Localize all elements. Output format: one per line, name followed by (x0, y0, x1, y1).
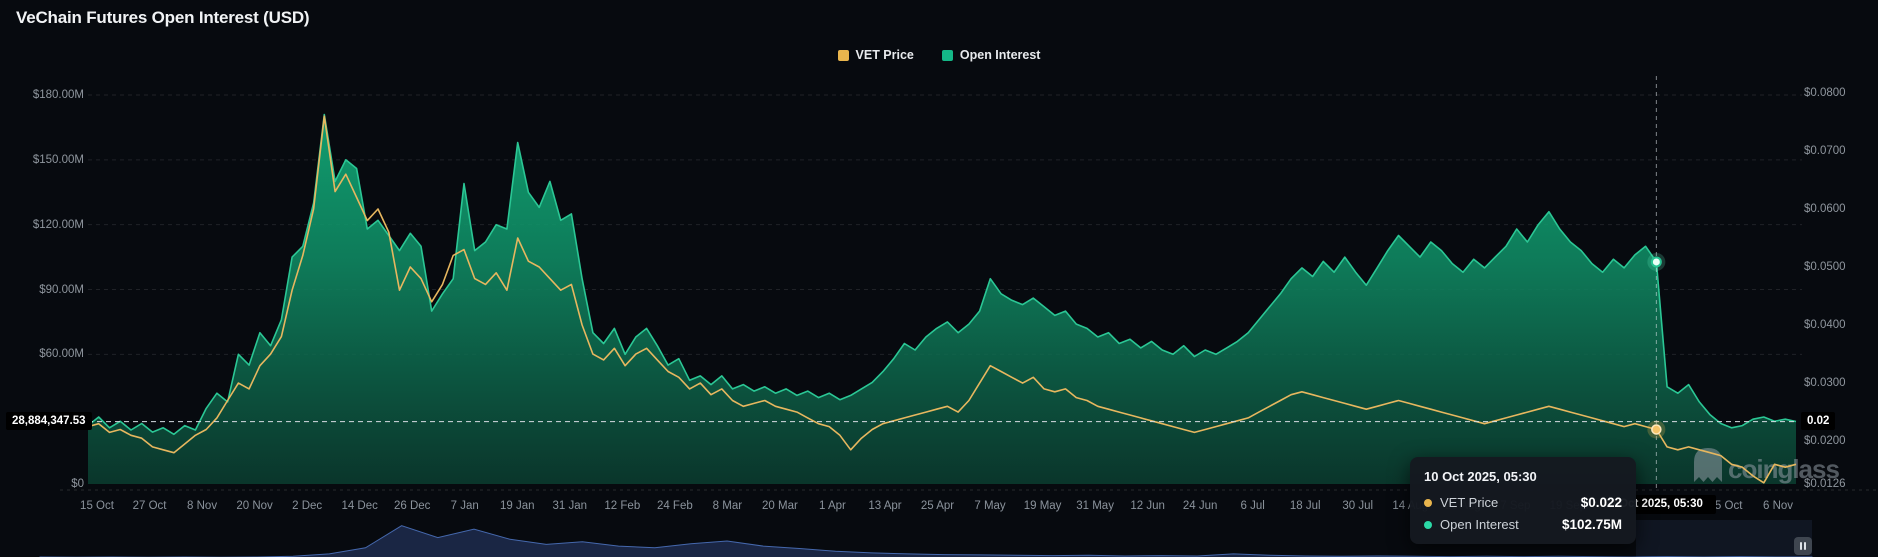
pause-button[interactable] (1794, 537, 1812, 555)
x-axis-label: 7 May (974, 499, 1005, 513)
coinglass-logo-icon (1694, 448, 1722, 482)
y-axis-label-left: $0 (0, 477, 84, 491)
x-axis-label: 26 Dec (394, 499, 430, 513)
y-axis-label-right: $0.0126 (1804, 477, 1846, 491)
x-axis-label: 2 Dec (292, 499, 322, 513)
y-axis-label-left: $90.00M (0, 283, 84, 297)
y-axis-label-right: $0.0200 (1804, 434, 1846, 448)
y-axis-label-right: $0.0800 (1804, 86, 1846, 100)
vet-price-marker (1652, 425, 1661, 434)
x-axis-label: 14 Dec (341, 499, 377, 513)
x-axis-label: 12 Jun (1130, 499, 1165, 513)
y-axis-label-right: $0.0600 (1804, 202, 1846, 216)
x-axis-label: 20 Nov (236, 499, 272, 513)
current-price-badge: 0.02 (1801, 412, 1835, 430)
vet-price-dot-icon (1424, 499, 1432, 507)
legend: VET Price Open Interest (0, 48, 1878, 62)
y-axis-label-left: $120.00M (0, 218, 84, 232)
x-axis-label: 13 Apr (868, 499, 901, 513)
open-interest-swatch-icon (942, 50, 953, 61)
chart-panel: { "title": "VeChain Futures Open Interes… (0, 0, 1878, 557)
y-axis-label-right: $0.0500 (1804, 260, 1846, 274)
page-title: VeChain Futures Open Interest (USD) (16, 8, 309, 28)
y-axis-label-left: $60.00M (0, 347, 84, 361)
x-axis-label: 19 Jan (500, 499, 535, 513)
y-axis-label-right: $0.0300 (1804, 376, 1846, 390)
x-axis-label: 24 Jun (1183, 499, 1218, 513)
x-axis-label: 8 Nov (187, 499, 217, 513)
pause-icon (1800, 542, 1802, 550)
legend-label: Open Interest (960, 48, 1041, 62)
open-interest-area (88, 115, 1796, 485)
x-axis-label: 30 Jul (1342, 499, 1373, 513)
legend-label: VET Price (856, 48, 914, 62)
x-axis-label: 6 Nov (1763, 499, 1793, 513)
current-open-interest-badge: 28,884,347.53 (6, 412, 92, 430)
x-axis-label: 18 Jul (1290, 499, 1321, 513)
x-axis-label: 19 May (1024, 499, 1062, 513)
x-axis-label: 6 Jul (1241, 499, 1265, 513)
tooltip-date: 10 Oct 2025, 05:30 (1424, 469, 1622, 484)
y-axis-label-left: $150.00M (0, 153, 84, 167)
y-axis-label-right: $0.0400 (1804, 318, 1846, 332)
navigator-mask[interactable] (1636, 520, 1812, 557)
x-axis-label: 12 Feb (604, 499, 640, 513)
open-interest-marker (1652, 257, 1661, 266)
open-interest-dot-icon (1424, 521, 1432, 529)
x-axis-label: 1 Apr (819, 499, 846, 513)
legend-item-open-interest[interactable]: Open Interest (942, 48, 1041, 62)
x-axis-label: 25 Apr (921, 499, 954, 513)
x-axis-label: 27 Oct (133, 499, 167, 513)
vet-price-swatch-icon (838, 50, 849, 61)
tooltip-row-open-interest: Open Interest $102.75M (1424, 517, 1622, 532)
y-axis-label-right: $0.0700 (1804, 144, 1846, 158)
x-axis-label: 24 Feb (657, 499, 693, 513)
x-axis-label: 31 May (1076, 499, 1114, 513)
x-axis-label: 7 Jan (451, 499, 479, 513)
legend-item-vet-price[interactable]: VET Price (838, 48, 914, 62)
x-axis-label: 20 Mar (762, 499, 798, 513)
x-axis-label: 8 Mar (713, 499, 742, 513)
tooltip-row-vet-price: VET Price $0.022 (1424, 495, 1622, 510)
y-axis-label-left: $180.00M (0, 88, 84, 102)
x-axis-label: 31 Jan (553, 499, 588, 513)
x-axis-label: 15 Oct (80, 499, 114, 513)
tooltip: 10 Oct 2025, 05:30 VET Price $0.022 Open… (1410, 457, 1636, 544)
